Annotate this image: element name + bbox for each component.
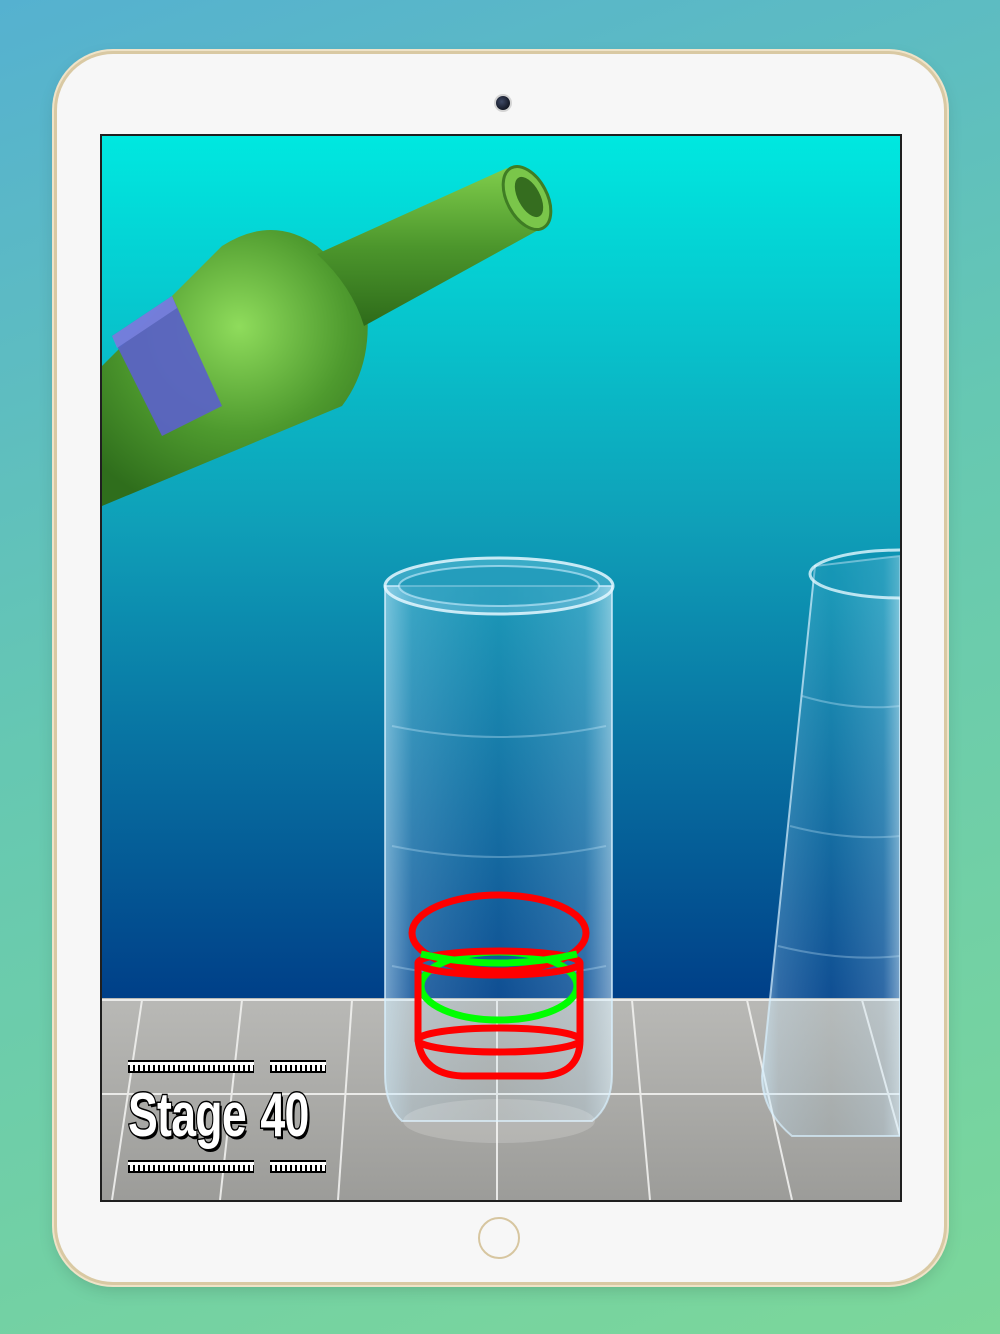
game-screen[interactable]: Stage 40 xyxy=(100,134,902,1202)
stage-top-rule-left xyxy=(128,1060,254,1073)
stage-top-rule-right xyxy=(270,1060,326,1073)
stage-indicator: Stage 40 xyxy=(127,1060,328,1176)
tablet-frame: Stage 40 xyxy=(57,54,944,1282)
stage-bottom-rule-left xyxy=(128,1160,254,1173)
stage-bottom-rule-right xyxy=(270,1160,326,1173)
stage-label: Stage xyxy=(127,1080,248,1152)
home-button-icon[interactable] xyxy=(478,1217,520,1259)
stage-number: 40 xyxy=(259,1080,310,1152)
front-camera-icon xyxy=(494,94,512,112)
stage-text: Stage 40 xyxy=(127,1076,310,1156)
game-scene[interactable] xyxy=(102,136,900,1200)
